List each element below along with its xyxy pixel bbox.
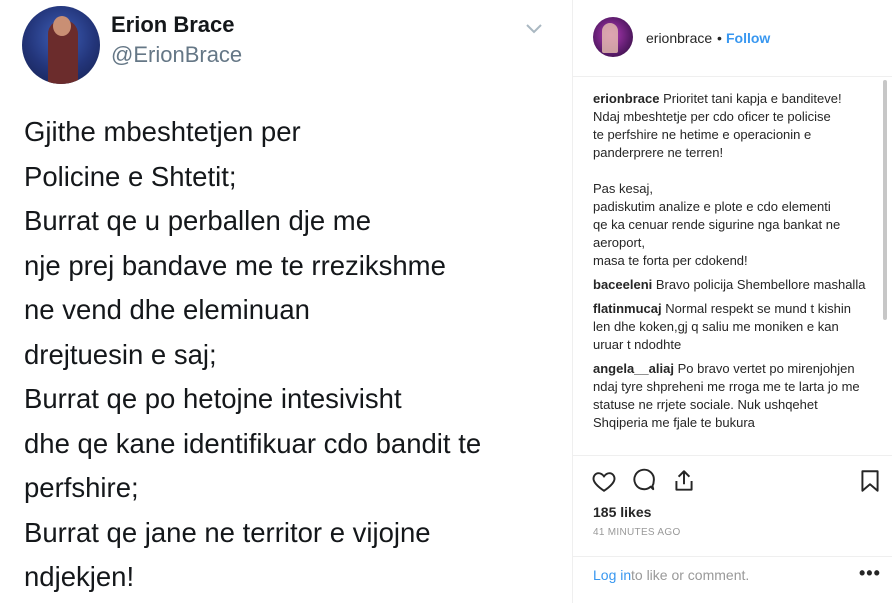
caption-line: aeroport, (593, 235, 646, 250)
share-icon[interactable] (671, 468, 697, 494)
tweet-line: drejtuesin e saj; (24, 338, 217, 370)
tweet-line: nje prej bandave me te rrezikshme (24, 249, 446, 281)
caption-line: te perfshire ne hetime e operacionin e (593, 127, 812, 142)
separator-dot: • (717, 30, 722, 46)
login-prompt-text: to like or comment. (631, 567, 750, 583)
chevron-down-icon (526, 24, 542, 34)
comments-scrollbar[interactable] (883, 80, 887, 320)
caption-line: panderprere ne terren! (593, 145, 724, 160)
likes-count[interactable]: 185 likes (593, 504, 651, 520)
profile-avatar[interactable] (593, 17, 633, 57)
tweet-line: dhe qe kane identifikuar cdo bandit te (24, 427, 482, 459)
comments-list[interactable]: erionbrace Prioritet tani kapja e bandit… (593, 90, 869, 450)
caption-line: padiskutim analize e plote e cdo element… (593, 199, 831, 214)
comment-item: flatinmucaj Normal respekt se mund t kis… (593, 300, 869, 354)
comment-icon[interactable] (631, 468, 657, 494)
follow-button[interactable]: Follow (726, 30, 770, 46)
tweet-avatar (22, 6, 100, 84)
post-sidebar: erionbrace • Follow erionbrace Prioritet… (572, 0, 892, 603)
post-timestamp: 41 MINUTES AGO (593, 527, 681, 538)
comment-username-link[interactable]: flatinmucaj (593, 301, 662, 316)
tweet-text: Gjithe mbeshtetjen per Policine e Shteti… (24, 110, 564, 600)
bookmark-icon[interactable] (857, 468, 883, 494)
comment-username-link[interactable]: baceeleni (593, 277, 652, 292)
caption-line: Prioritet tani kapja e banditeve! (663, 91, 842, 106)
heart-icon[interactable] (591, 468, 617, 494)
tweet-line: Burrat qe u perballen dje me (24, 205, 372, 236)
tweet-line: ne vend dhe eleminuan (24, 294, 310, 325)
action-bar: 185 likes 41 MINUTES AGO Log in to like … (573, 455, 892, 604)
post-header: erionbrace • Follow (573, 0, 892, 77)
caption: erionbrace Prioritet tani kapja e bandit… (593, 90, 869, 270)
caption-line: masa te forta per cdokend! (593, 253, 748, 268)
caption-username-link[interactable]: erionbrace (593, 91, 659, 106)
comment-item: angela__aliaj Po bravo vertet po mirenjo… (593, 360, 869, 432)
tweet-display-name: Erion Brace (111, 12, 235, 37)
tweet-line: Policine e Shtetit; (24, 160, 237, 192)
tweet-line: Gjithe mbeshtetjen per (24, 116, 301, 147)
login-link[interactable]: Log in (593, 567, 631, 583)
caption-line: Pas kesaj, (593, 181, 653, 196)
login-footer: Log in to like or comment. ••• (573, 556, 892, 605)
comment-item: baceeleni Bravo policija Shembellore mas… (593, 276, 869, 294)
tweet-line: Burrat qe jane ne territor e vijojne (24, 516, 431, 548)
more-options-icon[interactable]: ••• (859, 563, 881, 584)
caption-line: Ndaj mbeshtetje per cdo oficer te polici… (593, 109, 831, 124)
comment-text: Bravo policija Shembellore mashalla (655, 277, 866, 292)
tweet-line: Burrat qe po hetojne intesivisht (24, 383, 402, 414)
tweet-line: ndjekjen! (24, 561, 135, 592)
tweet-line: perfshire; (24, 472, 139, 503)
comment-username-link[interactable]: angela__aliaj (593, 361, 674, 376)
post-image: Erion Brace @ErionBrace Gjithe mbeshtetj… (0, 0, 572, 603)
caption-line: qe ka cenuar rende sigurine nga bankat n… (593, 217, 841, 232)
tweet-handle: @ErionBrace (111, 42, 243, 67)
profile-username-link[interactable]: erionbrace (646, 30, 712, 46)
